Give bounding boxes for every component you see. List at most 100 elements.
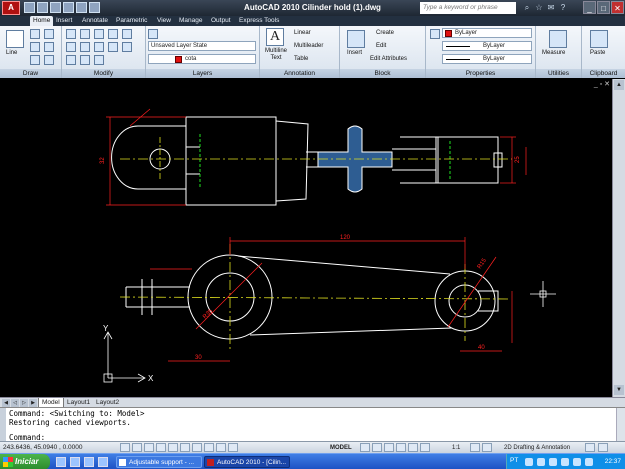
panel-title-annotation[interactable]: Annotation	[260, 69, 339, 78]
panel-title-layers[interactable]: Layers	[146, 69, 259, 78]
copy-icon[interactable]	[66, 42, 76, 52]
command-window[interactable]: Command: <Switching to: Model> Restoring…	[0, 407, 625, 442]
polar-tracking-icon[interactable]	[156, 443, 166, 452]
tray-network-icon[interactable]	[525, 458, 533, 466]
lineweight-toggle-icon[interactable]	[216, 443, 226, 452]
quick-view-drawings-icon[interactable]	[372, 443, 382, 452]
panel-title-properties[interactable]: Properties	[426, 69, 535, 78]
tab-insert[interactable]: Insert	[56, 16, 72, 26]
command-scrollbar[interactable]	[616, 408, 625, 442]
taskbar-button-document[interactable]: Adjustable support - ...	[116, 456, 202, 468]
polyline-icon[interactable]	[30, 29, 40, 39]
layer-dropdown[interactable]: cota	[148, 54, 256, 64]
minimize-button[interactable]: _	[583, 1, 596, 14]
close-button[interactable]: ✕	[611, 1, 624, 14]
quick-launch-browser-icon[interactable]	[56, 457, 66, 467]
drawing-area[interactable]: _ ▫ ✕ 120 32 25 30 40 R15 R35 Y X	[0, 79, 612, 397]
rectangle-icon[interactable]	[44, 42, 54, 52]
auto-scale-icon[interactable]	[482, 443, 492, 452]
tab-parametric[interactable]: Parametric	[116, 16, 147, 26]
tab-manage[interactable]: Manage	[179, 16, 203, 26]
search-input[interactable]: Type a keyword or phrase	[420, 2, 516, 14]
quick-launch-explorer-icon[interactable]	[98, 457, 108, 467]
quick-view-layouts-icon[interactable]	[360, 443, 370, 452]
edit-block-button[interactable]: Edit	[376, 43, 386, 49]
scroll-up-arrow[interactable]: ▲	[614, 80, 624, 90]
lineweight-dropdown[interactable]: ByLayer	[442, 54, 532, 64]
panel-title-clipboard[interactable]: Clipboard	[582, 69, 625, 78]
panel-title-modify[interactable]: Modify	[62, 69, 145, 78]
tray-security-icon[interactable]	[549, 458, 557, 466]
tab-annotate[interactable]: Annotate	[82, 16, 108, 26]
dynamic-ucs-icon[interactable]	[192, 443, 202, 452]
tab-output[interactable]: Output	[211, 16, 231, 26]
tab-express-tools[interactable]: Express Tools	[239, 16, 279, 26]
multiline-text-icon[interactable]: A	[266, 28, 284, 46]
color-dropdown[interactable]: ByLayer	[442, 28, 532, 38]
rotate-icon[interactable]	[80, 29, 90, 39]
explode-icon[interactable]	[122, 29, 132, 39]
tray-update-icon[interactable]	[561, 458, 569, 466]
array-icon[interactable]	[122, 42, 132, 52]
model-space-toggle[interactable]: MODEL	[330, 443, 352, 453]
first-tab-arrow[interactable]: ◀	[2, 399, 10, 407]
line-icon[interactable]	[6, 30, 24, 48]
match-properties-icon[interactable]	[430, 29, 440, 39]
prev-tab-arrow[interactable]: ◁	[11, 399, 19, 407]
binoculars-icon[interactable]: ⌕	[522, 2, 532, 13]
paste-label[interactable]: Paste	[590, 50, 605, 56]
language-indicator[interactable]: PT	[510, 457, 518, 464]
measure-icon[interactable]	[549, 30, 567, 48]
tray-volume-icon[interactable]	[537, 458, 545, 466]
panel-title-block[interactable]: Block	[340, 69, 425, 78]
scale-icon[interactable]	[80, 55, 90, 65]
grid-display-icon[interactable]	[132, 443, 142, 452]
command-window-grip[interactable]	[0, 408, 6, 442]
extend-icon[interactable]	[94, 55, 104, 65]
last-tab-arrow[interactable]: ▶	[29, 399, 37, 407]
quick-launch-media-icon[interactable]	[84, 457, 94, 467]
linear-dimension-button[interactable]: Linear	[294, 30, 311, 36]
scroll-down-arrow[interactable]: ▼	[614, 385, 624, 395]
erase-icon[interactable]	[108, 29, 118, 39]
mirror-icon[interactable]	[80, 42, 90, 52]
multiline-text-label[interactable]: Multiline Text	[262, 48, 290, 62]
lock-icon[interactable]	[585, 443, 595, 452]
hatch-icon[interactable]	[30, 55, 40, 65]
edit-attributes-button[interactable]: Edit Attributes	[370, 56, 407, 62]
insert-block-icon[interactable]	[347, 30, 365, 48]
fillet-icon[interactable]	[94, 42, 104, 52]
communication-icon[interactable]: ✉	[546, 2, 556, 13]
steering-wheel-icon[interactable]	[408, 443, 418, 452]
clock[interactable]: 22:37	[605, 458, 621, 465]
start-button[interactable]: Iniciar	[0, 454, 50, 469]
ortho-mode-icon[interactable]	[144, 443, 154, 452]
object-snap-tracking-icon[interactable]	[180, 443, 190, 452]
panel-title-utilities[interactable]: Utilities	[536, 69, 581, 78]
drawing-canvas[interactable]: 120 32 25 30 40 R15 R35 Y X	[0, 79, 612, 397]
pan-icon[interactable]	[384, 443, 394, 452]
tray-info-icon[interactable]	[585, 458, 593, 466]
coordinate-readout[interactable]: 243.6436, 45.0940 , 0.0000	[3, 443, 83, 453]
workspace-switcher[interactable]: 2D Drafting & Annotation	[504, 443, 570, 453]
tray-app-icon[interactable]	[573, 458, 581, 466]
zoom-icon[interactable]	[396, 443, 406, 452]
ellipse-icon[interactable]	[44, 55, 54, 65]
arc-icon[interactable]	[30, 42, 40, 52]
dynamic-input-icon[interactable]	[204, 443, 214, 452]
viewport-controls[interactable]: _ ▫ ✕	[594, 80, 610, 88]
create-block-button[interactable]: Create	[376, 30, 394, 36]
offset-icon[interactable]	[108, 42, 118, 52]
quick-properties-icon[interactable]	[228, 443, 238, 452]
annotation-visibility-icon[interactable]	[470, 443, 480, 452]
stretch-icon[interactable]	[66, 55, 76, 65]
linetype-dropdown[interactable]: ByLayer	[442, 41, 532, 51]
measure-label[interactable]: Measure	[542, 50, 565, 56]
annotation-scale[interactable]: 1:1	[452, 443, 460, 453]
line-tool-label[interactable]: Line	[6, 50, 17, 56]
next-tab-arrow[interactable]: ▷	[20, 399, 28, 407]
layer-state-dropdown[interactable]: Unsaved Layer State	[148, 41, 256, 51]
object-snap-icon[interactable]	[168, 443, 178, 452]
maximize-button[interactable]: □	[597, 1, 610, 14]
help-icon[interactable]: ?	[558, 2, 568, 13]
